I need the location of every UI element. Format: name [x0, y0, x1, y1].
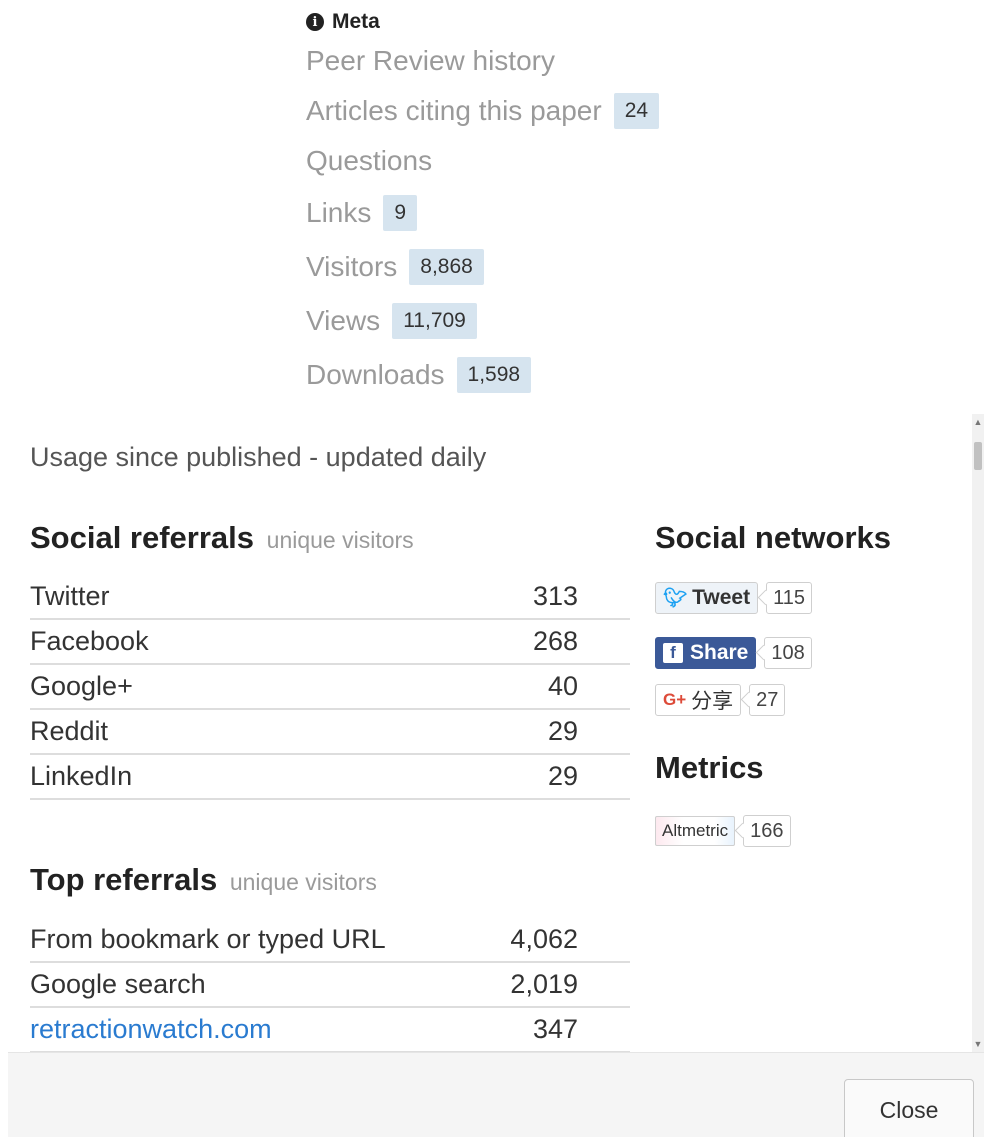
gplus-widget: G+ 分享 27 — [655, 684, 786, 716]
social-referrals-table: Twitter 313 Facebook 268 Google+ 40 Redd… — [30, 575, 630, 800]
table-row: Google+ 40 — [30, 665, 630, 710]
count-badge: 1,598 — [456, 357, 532, 393]
metrics-title: Metrics — [655, 750, 764, 785]
tweet-button[interactable]: 🐦︎ Tweet — [655, 582, 759, 614]
table-row: From bookmark or typed URL 4,062 — [30, 918, 630, 963]
share-label: Share — [690, 641, 749, 664]
meta-heading-label: Meta — [332, 10, 380, 33]
meta-item-label[interactable]: Peer Review history — [306, 45, 555, 77]
meta-item-label[interactable]: Links — [306, 197, 371, 229]
meta-item-citing-articles[interactable]: Articles citing this paper 24 — [306, 86, 806, 136]
google-plus-icon: G+ — [663, 690, 687, 709]
table-row: Twitter 313 — [30, 575, 630, 620]
facebook-share-button[interactable]: f Share — [655, 637, 757, 669]
table-row: retractionwatch.com 347 — [30, 1008, 630, 1052]
meta-item-label[interactable]: Downloads — [306, 359, 445, 391]
vertical-scrollbar[interactable]: ▲ ▼ — [972, 414, 984, 1052]
facebook-icon: f — [663, 643, 683, 663]
usage-note: Usage since published - updated daily — [30, 442, 487, 472]
tweet-label: Tweet — [692, 586, 751, 609]
meta-item-peer-review[interactable]: Peer Review history — [306, 36, 806, 86]
referral-count: 29 — [547, 716, 578, 746]
section-title-label: Top referrals — [30, 862, 218, 897]
referral-count: 2,019 — [510, 969, 578, 999]
meta-item-visitors[interactable]: Visitors 8,868 — [306, 240, 806, 294]
table-row: Facebook 268 — [30, 620, 630, 665]
table-row: LinkedIn 29 — [30, 755, 630, 800]
top-referrals-title: Top referrals unique visitors — [30, 862, 377, 898]
referral-source: From bookmark or typed URL — [30, 924, 386, 954]
meta-item-label[interactable]: Visitors — [306, 251, 397, 283]
referral-count: 4,062 — [510, 924, 578, 954]
referral-source: Reddit — [30, 716, 109, 746]
meta-item-questions[interactable]: Questions — [306, 136, 806, 186]
facebook-widget: f Share 108 — [655, 637, 812, 669]
referral-source: LinkedIn — [30, 761, 133, 791]
meta-panel: i Meta Peer Review history Articles citi… — [306, 8, 806, 402]
section-title-label: Social referrals — [30, 520, 255, 555]
section-subtitle: unique visitors — [266, 527, 414, 553]
gplus-count: 27 — [749, 684, 786, 716]
altmetric-score: 166 — [743, 815, 791, 847]
social-referrals-title: Social referrals unique visitors — [30, 520, 414, 556]
meta-item-label[interactable]: Questions — [306, 145, 432, 177]
meta-heading: i Meta — [306, 8, 806, 36]
page: i Meta Peer Review history Articles citi… — [0, 0, 984, 1137]
scroll-up-arrow-icon[interactable]: ▲ — [972, 414, 984, 430]
scrollbar-thumb[interactable] — [974, 442, 982, 470]
count-badge: 9 — [383, 195, 418, 231]
meta-item-label[interactable]: Articles citing this paper — [306, 95, 602, 127]
scroll-down-arrow-icon[interactable]: ▼ — [972, 1036, 984, 1052]
tweet-count: 115 — [766, 582, 812, 614]
referral-count: 347 — [532, 1014, 578, 1044]
gplus-share-button[interactable]: G+ 分享 — [655, 684, 742, 716]
social-networks-title: Social networks — [655, 520, 892, 555]
info-icon: i — [306, 13, 324, 31]
altmetric-logo[interactable]: Altmetric — [655, 816, 736, 846]
count-badge: 24 — [613, 93, 660, 129]
gplus-label: 分享 — [691, 690, 734, 713]
count-badge: 11,709 — [392, 303, 477, 339]
referral-count: 313 — [532, 581, 578, 611]
twitter-bird-icon: 🐦︎ — [663, 588, 688, 609]
referral-source: Google+ — [30, 671, 133, 701]
meta-item-label[interactable]: Views — [306, 305, 380, 337]
referral-source: Google search — [30, 969, 206, 999]
table-row: Reddit 29 — [30, 710, 630, 755]
referral-count: 40 — [547, 671, 578, 701]
meta-list: Peer Review history Articles citing this… — [306, 36, 806, 402]
referral-link[interactable]: retractionwatch.com — [30, 1014, 272, 1045]
referral-count: 268 — [532, 626, 578, 656]
close-button[interactable]: Close — [844, 1079, 974, 1137]
tweet-widget: 🐦︎ Tweet 115 — [655, 582, 812, 614]
referral-source: Facebook — [30, 626, 149, 656]
referral-source: Twitter — [30, 581, 110, 611]
count-badge: 8,868 — [409, 249, 484, 285]
section-subtitle: unique visitors — [229, 869, 377, 895]
usage-modal-body: Usage since published - updated daily So… — [0, 414, 972, 1052]
meta-item-downloads[interactable]: Downloads 1,598 — [306, 348, 806, 402]
share-count: 108 — [764, 637, 812, 669]
altmetric-badge[interactable]: Altmetric 166 — [655, 815, 791, 847]
referral-count: 29 — [547, 761, 578, 791]
meta-item-views[interactable]: Views 11,709 — [306, 294, 806, 348]
modal-footer: Close — [8, 1052, 984, 1137]
table-row: Google search 2,019 — [30, 963, 630, 1008]
top-referrals-table: From bookmark or typed URL 4,062 Google … — [30, 918, 630, 1052]
meta-item-links[interactable]: Links 9 — [306, 186, 806, 240]
